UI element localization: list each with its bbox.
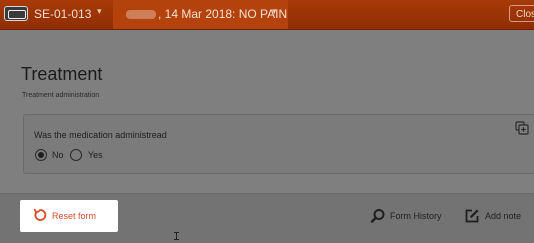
reset-form-label[interactable]: Reset form: [52, 211, 96, 221]
study-selector-label[interactable]: SE-01-013: [34, 7, 91, 21]
radio-yes-label[interactable]: Yes: [88, 150, 103, 160]
copy-icon[interactable]: [515, 121, 529, 140]
top-bar: SE-01-013 ▾ , 14 Mar 2018: NO PAIN ▾ Clo…: [0, 0, 534, 30]
chevron-down-icon[interactable]: ▾: [97, 6, 102, 17]
radio-no[interactable]: [35, 149, 47, 161]
visit-selector-label[interactable]: , 14 Mar 2018: NO PAIN: [158, 7, 287, 21]
question-card: [23, 114, 534, 174]
close-button[interactable]: Clos: [509, 5, 534, 22]
chevron-down-icon[interactable]: ▾: [272, 6, 277, 17]
demo-logo: [4, 6, 28, 21]
text-cursor: [174, 232, 179, 240]
radio-yes[interactable]: [70, 149, 82, 161]
form-history-button[interactable]: Form History: [390, 211, 442, 221]
radio-no-label[interactable]: No: [52, 150, 64, 160]
redacted-name: [126, 10, 156, 19]
reset-icon[interactable]: [33, 208, 47, 227]
question-text: Was the medication administread: [34, 130, 167, 140]
add-note-button[interactable]: Add note: [485, 211, 521, 221]
page-subtitle: Treatment administration: [22, 92, 100, 99]
edit-icon[interactable]: [464, 208, 480, 229]
page-title: Treatment: [21, 64, 103, 84]
search-icon[interactable]: [370, 208, 386, 229]
